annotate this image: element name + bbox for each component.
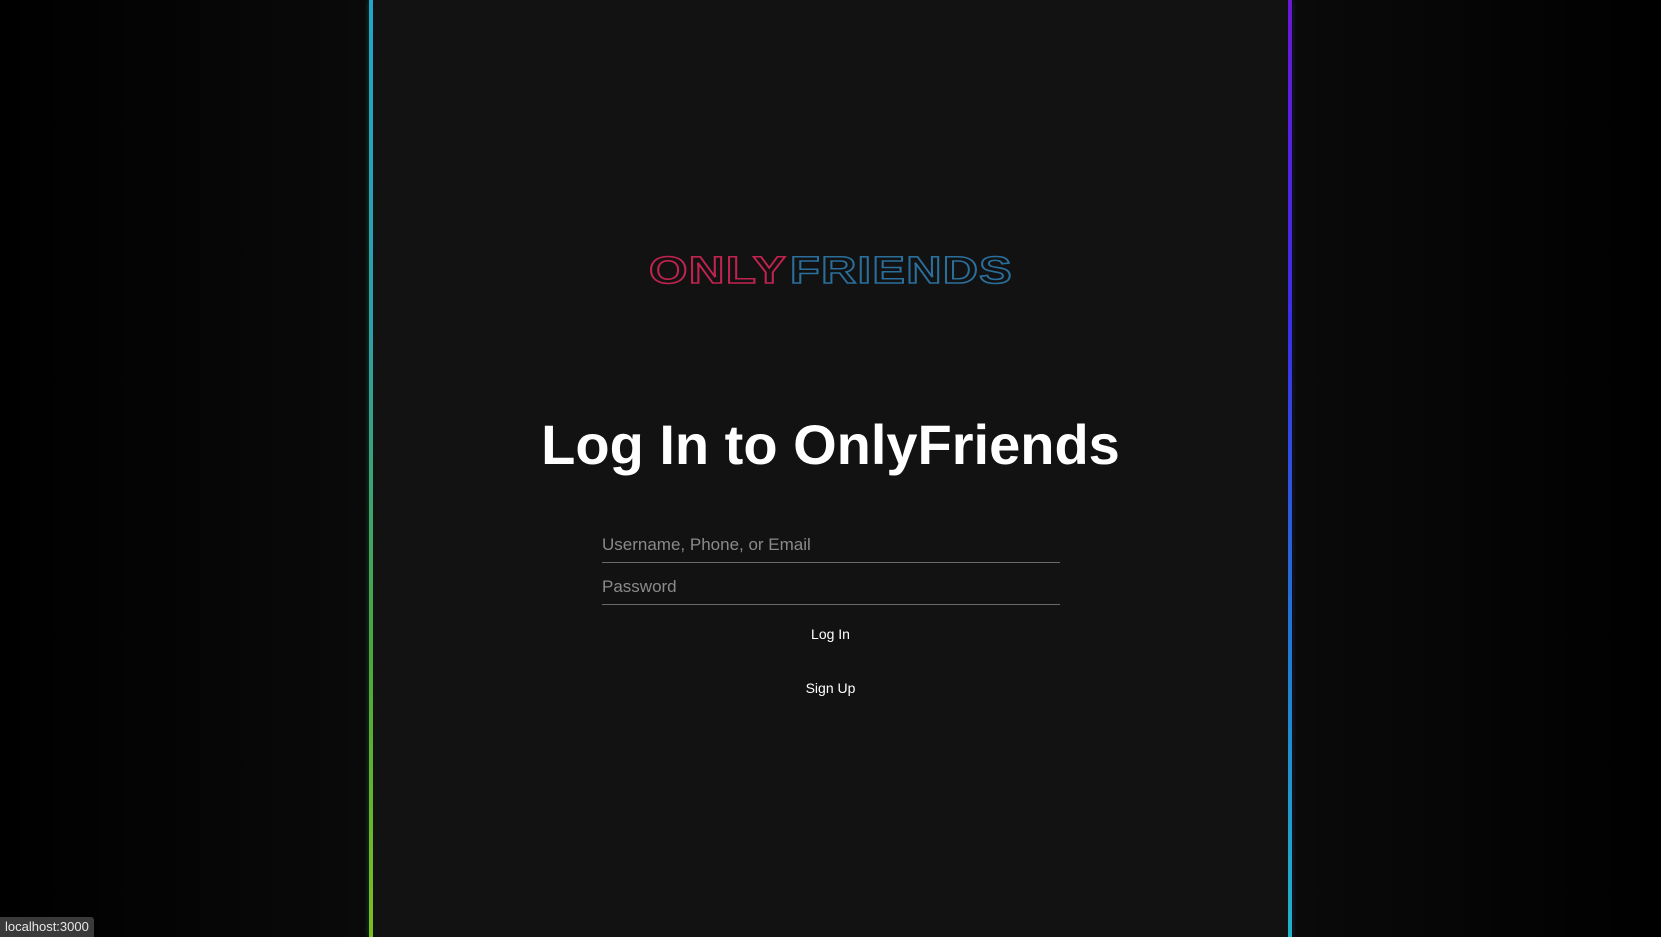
- password-input[interactable]: [602, 570, 1060, 605]
- logo-text-only: ONLY: [649, 252, 787, 290]
- username-input[interactable]: [602, 528, 1060, 563]
- right-background: [1293, 0, 1661, 937]
- page-title: Log In to OnlyFriends: [541, 413, 1120, 476]
- logo-text-friends: FRIENDS: [790, 252, 1013, 290]
- onlyfriends-logo: ONLY FRIENDS: [649, 252, 1013, 290]
- login-button[interactable]: Log In: [373, 626, 1288, 642]
- left-background: [0, 0, 370, 937]
- login-panel: ONLY FRIENDS Log In to OnlyFriends Log I…: [373, 0, 1288, 937]
- right-neon-rail: [1288, 0, 1292, 937]
- status-bar-url: localhost:3000: [0, 917, 94, 937]
- signup-button[interactable]: Sign Up: [373, 680, 1288, 696]
- page: ONLY FRIENDS Log In to OnlyFriends Log I…: [0, 0, 1661, 937]
